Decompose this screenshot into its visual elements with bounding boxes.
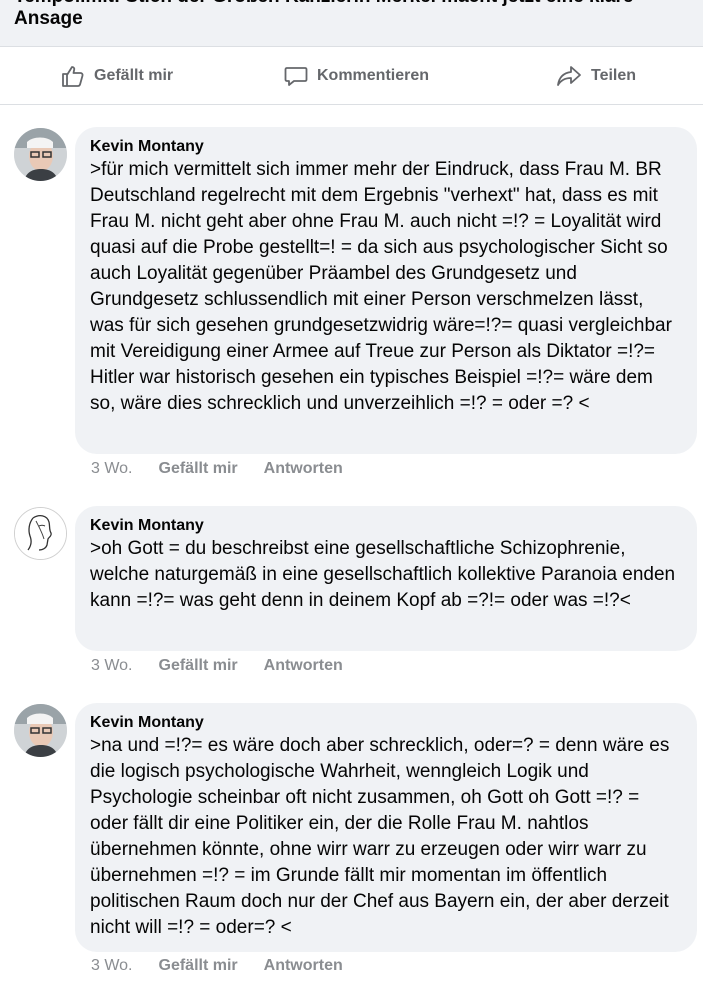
comment-like-link[interactable]: Gefällt mir: [159, 657, 238, 675]
avatar[interactable]: [14, 128, 67, 181]
comment-meta: 3 Wo. Gefällt mir Antworten: [91, 460, 369, 478]
comment-text: >für mich vermittelt sich immer mehr der…: [90, 159, 672, 414]
comment-author[interactable]: Kevin Montany: [90, 137, 682, 157]
comment-author[interactable]: Kevin Montany: [90, 713, 682, 733]
comment-reply-link[interactable]: Antworten: [264, 957, 343, 975]
thumbs-up-icon: [62, 65, 84, 87]
like-button[interactable]: Gefällt mir: [60, 47, 173, 104]
comment-reply-link[interactable]: Antworten: [264, 460, 343, 478]
comment-button[interactable]: Kommentieren: [283, 47, 703, 104]
comment-bubble: Kevin Montany >für mich vermittelt sich …: [75, 127, 697, 454]
comment-meta: 3 Wo. Gefällt mir Antworten: [91, 957, 369, 975]
avatar-photo-icon: [14, 704, 67, 757]
like-button-label: Gefällt mir: [94, 66, 174, 84]
comment-author[interactable]: Kevin Montany: [90, 516, 682, 536]
comment-like-link[interactable]: Gefällt mir: [159, 957, 238, 975]
post-header: Tempolimit: Stich der Großen Kanzlerin M…: [0, 0, 703, 46]
comment-like-link[interactable]: Gefällt mir: [159, 460, 238, 478]
share-button-label: Teilen: [591, 66, 637, 84]
comment-meta: 3 Wo. Gefällt mir Antworten: [91, 657, 369, 675]
post-action-bar: Gefällt mir Kommentieren Teilen: [0, 46, 703, 105]
comment-bubble: Kevin Montany >na und =!?= es wäre doch …: [75, 703, 697, 952]
comment-text: >oh Gott = du beschreibst eine gesellsch…: [90, 538, 676, 611]
share-arrow-icon: [557, 65, 581, 86]
share-button[interactable]: Teilen: [555, 47, 636, 104]
avatar-sketch-icon: [15, 508, 66, 559]
comment-text: >na und =!?= es wäre doch aber schreckli…: [90, 735, 670, 938]
comment-time[interactable]: 3 Wo.: [91, 460, 133, 478]
comment-reply-link[interactable]: Antworten: [264, 657, 343, 675]
comment-icon: [284, 66, 308, 86]
avatar-photo-icon: [14, 128, 67, 181]
avatar[interactable]: [14, 507, 67, 560]
comment-time[interactable]: 3 Wo.: [91, 657, 133, 675]
comment-time[interactable]: 3 Wo.: [91, 957, 133, 975]
comment-bubble: Kevin Montany >oh Gott = du beschreibst …: [75, 506, 697, 651]
comment-button-label: Kommentieren: [317, 66, 430, 84]
post-title[interactable]: Ansage: [14, 8, 83, 30]
post-title-partial[interactable]: Tempolimit: Stich der Großen Kanzlerin M…: [14, 0, 633, 8]
avatar[interactable]: [14, 704, 67, 757]
